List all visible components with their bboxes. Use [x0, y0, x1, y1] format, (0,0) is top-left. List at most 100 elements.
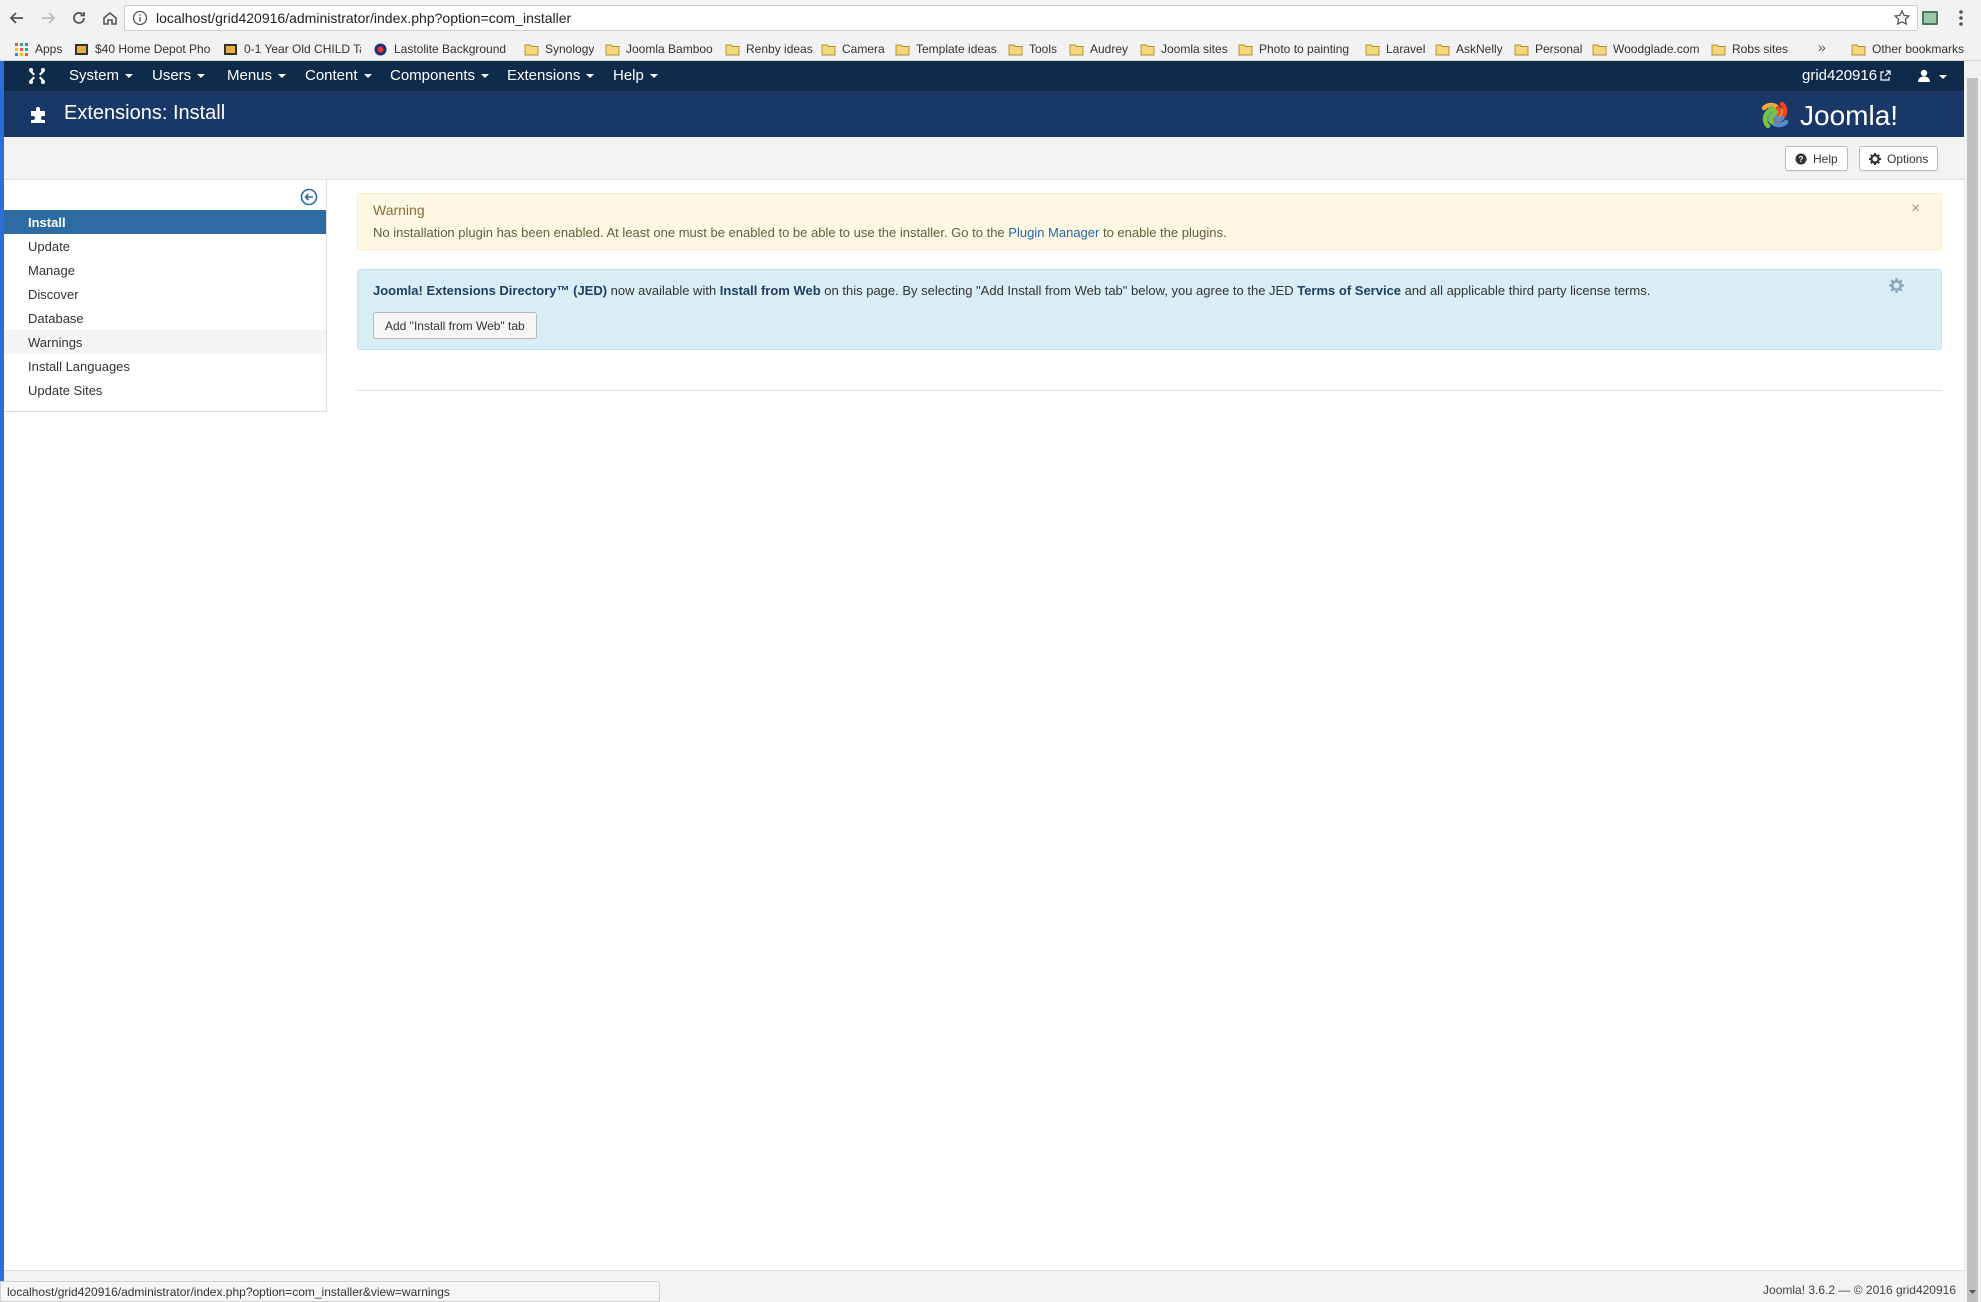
bookmark-item[interactable]: 0-1 Year Old CHILD Ta — [223, 40, 361, 58]
caret-down-icon — [197, 74, 206, 79]
collapse-sidebar-icon[interactable] — [300, 188, 318, 206]
jed-info-alert: Joomla! Extensions Directory™ (JED) now … — [357, 269, 1942, 350]
sidebar-item-database[interactable]: Database — [4, 306, 326, 330]
menu-icon[interactable] — [1950, 7, 1972, 29]
menu-users[interactable]: Users — [152, 67, 206, 84]
arrow-left-icon — [9, 12, 23, 24]
folder-icon — [725, 44, 740, 55]
external-link-icon — [1880, 70, 1891, 81]
svg-text:?: ? — [1799, 155, 1804, 164]
options-button[interactable]: Options — [1859, 146, 1939, 171]
help-button[interactable]: ? Help — [1785, 146, 1848, 171]
jed-message: Joomla! Extensions Directory™ (JED) now … — [373, 283, 1651, 298]
menu-extensions[interactable]: Extensions — [507, 67, 595, 84]
caret-down-icon — [278, 74, 287, 79]
bookmark-folder[interactable]: Renby ideas — [725, 40, 813, 58]
bookmark-folder[interactable]: Personal — [1514, 40, 1582, 58]
folder-icon — [1514, 44, 1529, 55]
more-bookmarks-button[interactable]: » — [1818, 39, 1826, 55]
favicon-icon — [224, 43, 237, 55]
url-text: localhost/grid420916/administrator/index… — [156, 10, 572, 26]
sidebar-item-update[interactable]: Update — [4, 234, 326, 258]
bookmark-folder[interactable]: Laravel — [1365, 40, 1425, 58]
bookmark-folder[interactable]: Tools — [1008, 40, 1057, 58]
sidebar-item-install[interactable]: Install — [4, 210, 326, 234]
caret-down-icon — [586, 74, 595, 79]
other-bookmarks-folder[interactable]: Other bookmarks — [1851, 40, 1964, 58]
browser-address-bar: localhost/grid420916/administrator/index… — [0, 0, 1981, 36]
folder-icon — [1435, 44, 1450, 55]
menu-help[interactable]: Help — [613, 67, 658, 84]
extension-icon[interactable] — [1919, 7, 1941, 29]
folder-icon — [1008, 44, 1023, 55]
bookmark-folder[interactable]: Woodglade.com — [1592, 40, 1700, 58]
user-menu-icon[interactable] — [1914, 67, 1948, 85]
reload-button[interactable] — [65, 4, 93, 32]
back-button[interactable] — [3, 4, 31, 32]
bookmark-item[interactable]: $40 Home Depot Pho — [74, 40, 212, 58]
bookmark-folder[interactable]: Joomla Bamboo — [605, 40, 713, 58]
reload-icon — [73, 12, 85, 24]
bookmark-folder[interactable]: Audrey — [1069, 40, 1128, 58]
caret-down-icon — [363, 74, 372, 79]
folder-icon — [895, 44, 910, 55]
plugin-manager-link[interactable]: Plugin Manager — [1008, 225, 1099, 240]
gear-icon — [1869, 152, 1881, 165]
bookmarks-bar: Apps $40 Home Depot Pho 0-1 Year Old CHI… — [0, 36, 1981, 61]
sidebar-item-discover[interactable]: Discover — [4, 282, 326, 306]
menu-content[interactable]: Content — [305, 67, 372, 84]
warning-title: Warning — [373, 202, 425, 218]
status-url: localhost/grid420916/administrator/index… — [7, 1284, 450, 1299]
apps-grid-icon — [15, 42, 28, 56]
folder-icon — [821, 44, 836, 55]
caret-down-icon — [125, 74, 134, 79]
folder-icon — [1365, 44, 1380, 55]
sidebar: Install Update Manage Discover Database … — [4, 180, 327, 412]
menu-components[interactable]: Components — [390, 67, 490, 84]
bookmark-folder[interactable]: Synology — [524, 40, 594, 58]
bookmark-folder[interactable]: Robs sites — [1711, 40, 1788, 58]
terms-of-service-link[interactable]: Terms of Service — [1297, 283, 1401, 298]
sidebar-item-update-sites[interactable]: Update Sites — [4, 378, 326, 402]
folder-icon — [524, 44, 539, 55]
admin-menu-bar: System Users Menus Content Components Ex… — [4, 61, 1964, 91]
gear-icon[interactable] — [1889, 278, 1904, 293]
page-scrollbar[interactable] — [1964, 61, 1981, 1302]
bookmark-folder[interactable]: Photo to painting — [1238, 40, 1349, 58]
folder-icon — [1592, 44, 1607, 55]
menu-system[interactable]: System — [69, 67, 134, 84]
svg-text:Joomla!: Joomla! — [1800, 100, 1898, 131]
close-alert-button[interactable]: × — [1911, 200, 1920, 218]
arrow-right-icon — [42, 12, 56, 24]
bookmark-folder[interactable]: Joomla sites — [1140, 40, 1228, 58]
forward-button[interactable] — [34, 4, 62, 32]
menu-menus[interactable]: Menus — [227, 67, 287, 84]
scrollbar-thumb[interactable] — [1967, 78, 1978, 1302]
favicon-icon — [75, 43, 88, 55]
bookmark-folder[interactable]: Camera — [821, 40, 885, 58]
scroll-down-arrow-icon[interactable] — [1967, 1286, 1978, 1297]
joomla-icon[interactable] — [28, 67, 46, 85]
star-icon[interactable] — [1893, 9, 1911, 27]
sidebar-item-warnings[interactable]: Warnings — [4, 330, 326, 354]
bookmark-item[interactable]: Lastolite Background — [373, 40, 509, 58]
joomla-logo: Joomla! — [1761, 100, 1898, 131]
toolbar: ? Help Options — [4, 137, 1964, 180]
url-field[interactable]: localhost/grid420916/administrator/index… — [124, 5, 1918, 31]
sidebar-item-install-languages[interactable]: Install Languages — [4, 354, 326, 378]
page-header: Extensions: Install Joomla! — [4, 91, 1964, 137]
divider — [357, 390, 1942, 391]
bookmark-folder[interactable]: AskNelly — [1435, 40, 1503, 58]
caret-down-icon — [649, 74, 658, 79]
folder-icon — [1851, 44, 1866, 55]
site-link[interactable]: grid420916 — [1802, 67, 1891, 84]
home-button[interactable] — [96, 4, 124, 32]
puzzle-piece-icon — [31, 107, 45, 123]
sidebar-item-manage[interactable]: Manage — [4, 258, 326, 282]
folder-icon — [1238, 44, 1253, 55]
bookmark-folder[interactable]: Template ideas — [895, 40, 997, 58]
info-icon[interactable] — [132, 10, 148, 26]
page-title: Extensions: Install — [64, 102, 226, 124]
bookmark-apps[interactable]: Apps — [14, 40, 62, 58]
add-install-from-web-button[interactable]: Add "Install from Web" tab — [373, 312, 537, 339]
